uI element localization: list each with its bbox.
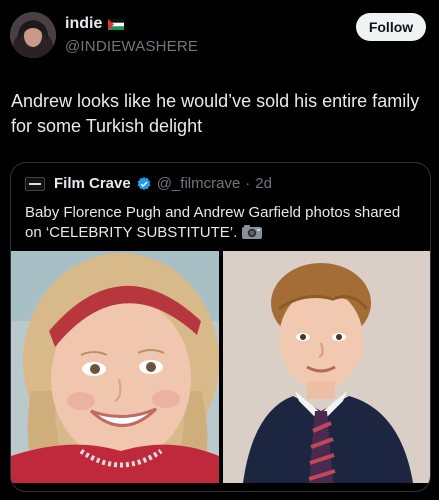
- quoted-tweet-text: Baby Florence Pugh and Andrew Garfield p…: [25, 203, 415, 243]
- photo-boy[interactable]: [223, 251, 430, 483]
- quoted-tweet-card[interactable]: Film Crave @_filmcrave · 2d Baby Florenc…: [10, 162, 431, 492]
- author-name-row[interactable]: indie: [65, 15, 125, 33]
- quoted-author-handle[interactable]: @_filmcrave: [157, 175, 241, 192]
- tweet-text: Andrew looks like he would’ve sold his e…: [11, 91, 420, 136]
- photo-girl[interactable]: [11, 251, 219, 483]
- film-crave-logo-icon: [25, 176, 45, 191]
- quoted-text-body: Baby Florence Pugh and Andrew Garfield p…: [25, 204, 401, 241]
- author-avatar[interactable]: [10, 12, 56, 58]
- palestine-flag-icon: [108, 18, 125, 30]
- quoted-timestamp[interactable]: 2d: [255, 175, 272, 192]
- dot-separator: ·: [245, 175, 251, 192]
- avatar-image: [10, 12, 56, 58]
- follow-button[interactable]: Follow: [356, 13, 426, 41]
- photo-boy-image: [223, 251, 430, 483]
- author-handle[interactable]: @INDIEWASHERE: [65, 38, 198, 55]
- camera-emoji-icon: [242, 225, 263, 239]
- photo-girl-image: [11, 251, 219, 483]
- quoted-tweet-header: Film Crave @_filmcrave · 2d: [25, 175, 272, 192]
- verified-badge-icon: [137, 176, 151, 190]
- author-display-name[interactable]: indie: [65, 15, 102, 33]
- quoted-author-name[interactable]: Film Crave: [54, 175, 131, 192]
